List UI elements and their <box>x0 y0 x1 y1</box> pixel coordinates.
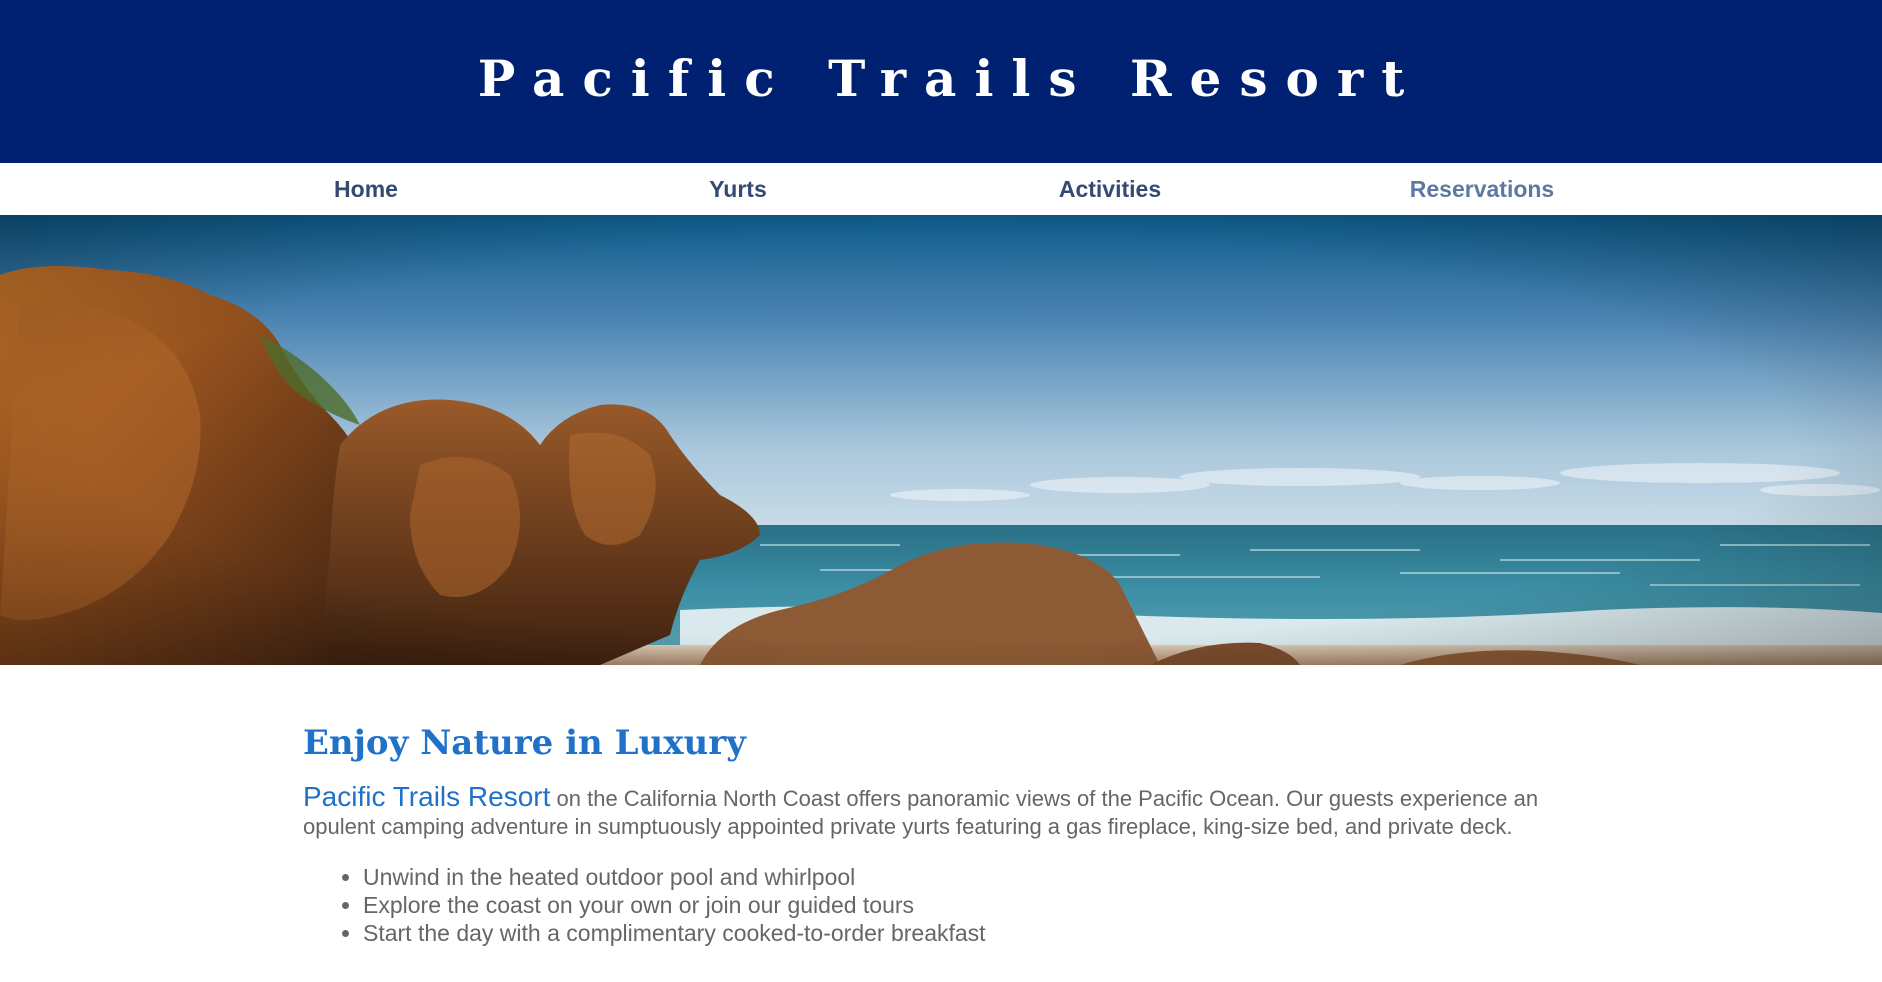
list-item: Start the day with a complimentary cooke… <box>363 919 1602 947</box>
site-title: Pacific Trails Resort <box>477 49 1423 108</box>
nav-link-reservations[interactable]: Reservations <box>1296 176 1668 203</box>
hero-coastline-image <box>0 215 1882 665</box>
list-item: Explore the coast on your own or join ou… <box>363 891 1602 919</box>
main-nav: Home Yurts Activities Reservations <box>0 163 1882 215</box>
nav-link-activities[interactable]: Activities <box>924 176 1296 203</box>
main-content: Enjoy Nature in Luxury Pacific Trails Re… <box>0 665 1882 947</box>
nav-link-home[interactable]: Home <box>180 176 552 203</box>
section-heading: Enjoy Nature in Luxury <box>303 723 746 763</box>
brand-name: Pacific Trails Resort <box>303 781 551 812</box>
site-header: Pacific Trails Resort <box>0 0 1882 163</box>
features-list: Unwind in the heated outdoor pool and wh… <box>303 863 1602 947</box>
list-item: Unwind in the heated outdoor pool and wh… <box>363 863 1602 891</box>
nav-link-yurts[interactable]: Yurts <box>552 176 924 203</box>
intro-paragraph: Pacific Trails Resort on the California … <box>303 783 1602 841</box>
